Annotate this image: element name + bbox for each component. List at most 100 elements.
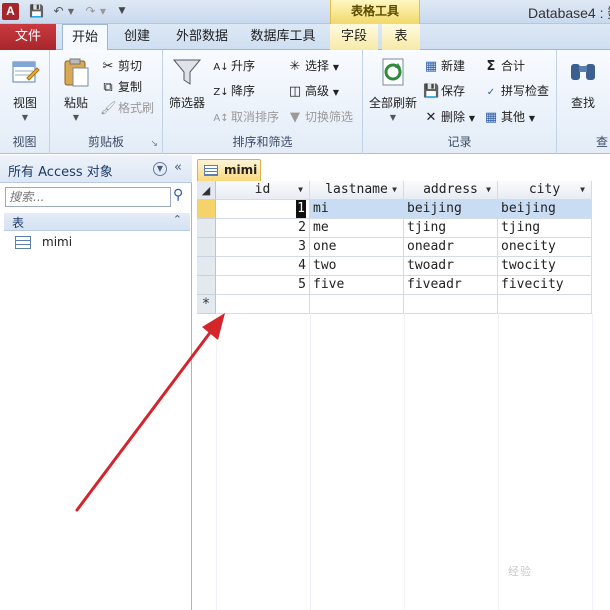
nav-collapse-icon[interactable]: « — [174, 160, 182, 175]
tab-external-data[interactable]: 外部数据 — [168, 24, 236, 50]
column-dropdown-icon[interactable]: ▼ — [298, 181, 303, 199]
cell-lastname[interactable]: me — [310, 219, 404, 238]
cell-lastname[interactable]: five — [310, 276, 404, 295]
cell-id[interactable]: 4 — [216, 257, 310, 276]
refresh-icon — [382, 58, 404, 86]
new-cell-address[interactable] — [404, 295, 498, 314]
filter-button[interactable]: 筛选器 — [167, 56, 207, 111]
table-icon — [204, 165, 218, 176]
save-icon[interactable]: 💾 — [28, 3, 45, 20]
delete-record-button[interactable]: ✕ 删除 ▼ — [423, 107, 475, 127]
cell-city[interactable]: beijing — [498, 200, 592, 219]
toggle-filter-button[interactable]: ▼ 切换筛选 — [287, 107, 353, 127]
search-icon[interactable]: ⚲ — [173, 187, 183, 203]
cut-button[interactable]: ✂ 剪切 — [100, 56, 142, 76]
cell-address[interactable]: beijing — [404, 200, 498, 219]
save-record-button[interactable]: 💾 保存 — [423, 81, 465, 101]
record-selector[interactable] — [197, 219, 216, 238]
clipboard-dialog-launcher-icon[interactable]: ↘ — [150, 139, 158, 149]
column-header-lastname[interactable]: lastname ▼ — [310, 181, 404, 200]
nav-group-tables[interactable]: 表 ⌃ — [4, 213, 190, 231]
access-app-icon[interactable]: A — [2, 3, 19, 20]
ribbon-tab-strip: 文件 开始 创建 外部数据 数据库工具 字段 表 — [0, 24, 610, 51]
undo-dropdown-icon[interactable]: ▼ — [66, 3, 76, 20]
sort-filter-group: 筛选器 A↓ 升序 Z↓ 降序 A↕ 取消排序 ✳ 选择 ▼ ◫ 高级 ▼ ▼ 切换筛选 排… — [163, 50, 363, 154]
watermark: 经验 — [508, 565, 532, 578]
find-button[interactable]: 查找 — [563, 56, 603, 111]
cell-id[interactable]: 1 — [216, 200, 310, 219]
record-selector[interactable] — [197, 238, 216, 257]
find-group: 查找 查 — [557, 50, 610, 154]
sort-descending-button[interactable]: Z↓ 降序 — [213, 81, 255, 101]
advanced-filter-icon: ◫ — [288, 84, 302, 99]
undo-icon[interactable]: ↶ — [50, 3, 67, 20]
column-header-address[interactable]: address ▼ — [404, 181, 498, 200]
selection-button[interactable]: ✳ 选择 ▼ — [287, 56, 339, 76]
new-cell-id[interactable] — [216, 295, 310, 314]
new-cell-city[interactable] — [498, 295, 592, 314]
tab-file[interactable]: 文件 — [0, 24, 56, 50]
cell-address[interactable]: twoadr — [404, 257, 498, 276]
remove-sort-button[interactable]: A↕ 取消排序 — [213, 107, 279, 127]
advanced-button[interactable]: ◫ 高级 ▼ — [287, 81, 339, 101]
column-header-id[interactable]: id ▼ — [216, 181, 310, 200]
nav-group-label: 表 — [12, 216, 25, 230]
column-header-label: city — [528, 182, 561, 197]
new-record-marker: * — [197, 295, 216, 314]
record-selector[interactable] — [197, 200, 216, 219]
format-painter-button[interactable]: 🖌格式刷 — [100, 98, 154, 118]
sort-ascending-button[interactable]: A↓ 升序 — [213, 56, 255, 76]
document-tab-mimi[interactable]: mimi — [197, 159, 261, 181]
cell-city[interactable]: fivecity — [498, 276, 592, 295]
tab-home[interactable]: 开始 — [62, 24, 108, 51]
refresh-all-button[interactable]: 全部刷新 ▼ — [367, 56, 419, 122]
cell-city[interactable]: twocity — [498, 257, 592, 276]
descending-label: 降序 — [231, 84, 256, 98]
nav-search-input[interactable] — [5, 187, 171, 207]
record-selector[interactable] — [197, 276, 216, 295]
nav-item-mimi[interactable]: mimi — [12, 233, 188, 253]
selection-label: 选择 — [305, 59, 330, 73]
cell-city[interactable]: tjing — [498, 219, 592, 238]
customize-quick-access-icon[interactable]: ▼ — [116, 3, 128, 20]
column-dropdown-icon[interactable]: ▼ — [580, 181, 585, 199]
tab-database-tools[interactable]: 数据库工具 — [244, 24, 322, 50]
delete-dropdown-icon: ▼ — [468, 114, 475, 123]
new-record-button[interactable]: ▦ 新建 — [423, 56, 465, 76]
cell-address[interactable]: fiveadr — [404, 276, 498, 295]
nav-menu-dropdown-icon[interactable]: ▼ — [153, 162, 167, 176]
column-header-city[interactable]: city ▼ — [498, 181, 592, 200]
totals-button[interactable]: Σ 合计 — [483, 56, 525, 76]
copy-button[interactable]: ⧉ 复制 — [100, 77, 142, 97]
cell-value: 1 — [296, 200, 306, 218]
select-all-corner[interactable]: ◢ — [197, 181, 216, 200]
cell-address[interactable]: oneadr — [404, 238, 498, 257]
delete-icon: ✕ — [425, 110, 437, 125]
cell-id[interactable]: 3 — [216, 238, 310, 257]
spelling-button[interactable]: ✓ 拼写检查 — [483, 81, 549, 101]
advanced-dropdown-icon: ▼ — [332, 88, 339, 97]
record-selector[interactable] — [197, 257, 216, 276]
tab-fields[interactable]: 字段 — [330, 24, 378, 50]
remove-sort-label: 取消排序 — [231, 110, 280, 124]
more-button[interactable]: ▦ 其他 ▼ — [483, 107, 535, 127]
column-dropdown-icon[interactable]: ▼ — [392, 181, 397, 199]
cell-address[interactable]: tjing — [404, 219, 498, 238]
view-button[interactable]: 视图 ▼ — [6, 56, 44, 122]
column-header-label: id — [254, 182, 271, 197]
cell-lastname[interactable]: two — [310, 257, 404, 276]
redo-dropdown-icon[interactable]: ▼ — [98, 3, 108, 20]
redo-icon[interactable]: ↷ — [82, 3, 99, 20]
paste-button[interactable]: 粘贴 ▼ — [58, 56, 94, 122]
tab-create[interactable]: 创建 — [114, 24, 160, 50]
document-area: mimi ◢ id ▼ lastname ▼ address ▼ city ▼ 1 mi… — [193, 155, 610, 610]
column-dropdown-icon[interactable]: ▼ — [486, 181, 491, 199]
nav-pane-header[interactable]: 所有 Access 对象 ▼ « — [0, 155, 192, 183]
cell-lastname[interactable]: one — [310, 238, 404, 257]
cell-id[interactable]: 2 — [216, 219, 310, 238]
tab-table[interactable]: 表 — [382, 24, 420, 50]
cell-lastname[interactable]: mi — [310, 200, 404, 219]
cell-city[interactable]: onecity — [498, 238, 592, 257]
cell-id[interactable]: 5 — [216, 276, 310, 295]
new-cell-lastname[interactable] — [310, 295, 404, 314]
